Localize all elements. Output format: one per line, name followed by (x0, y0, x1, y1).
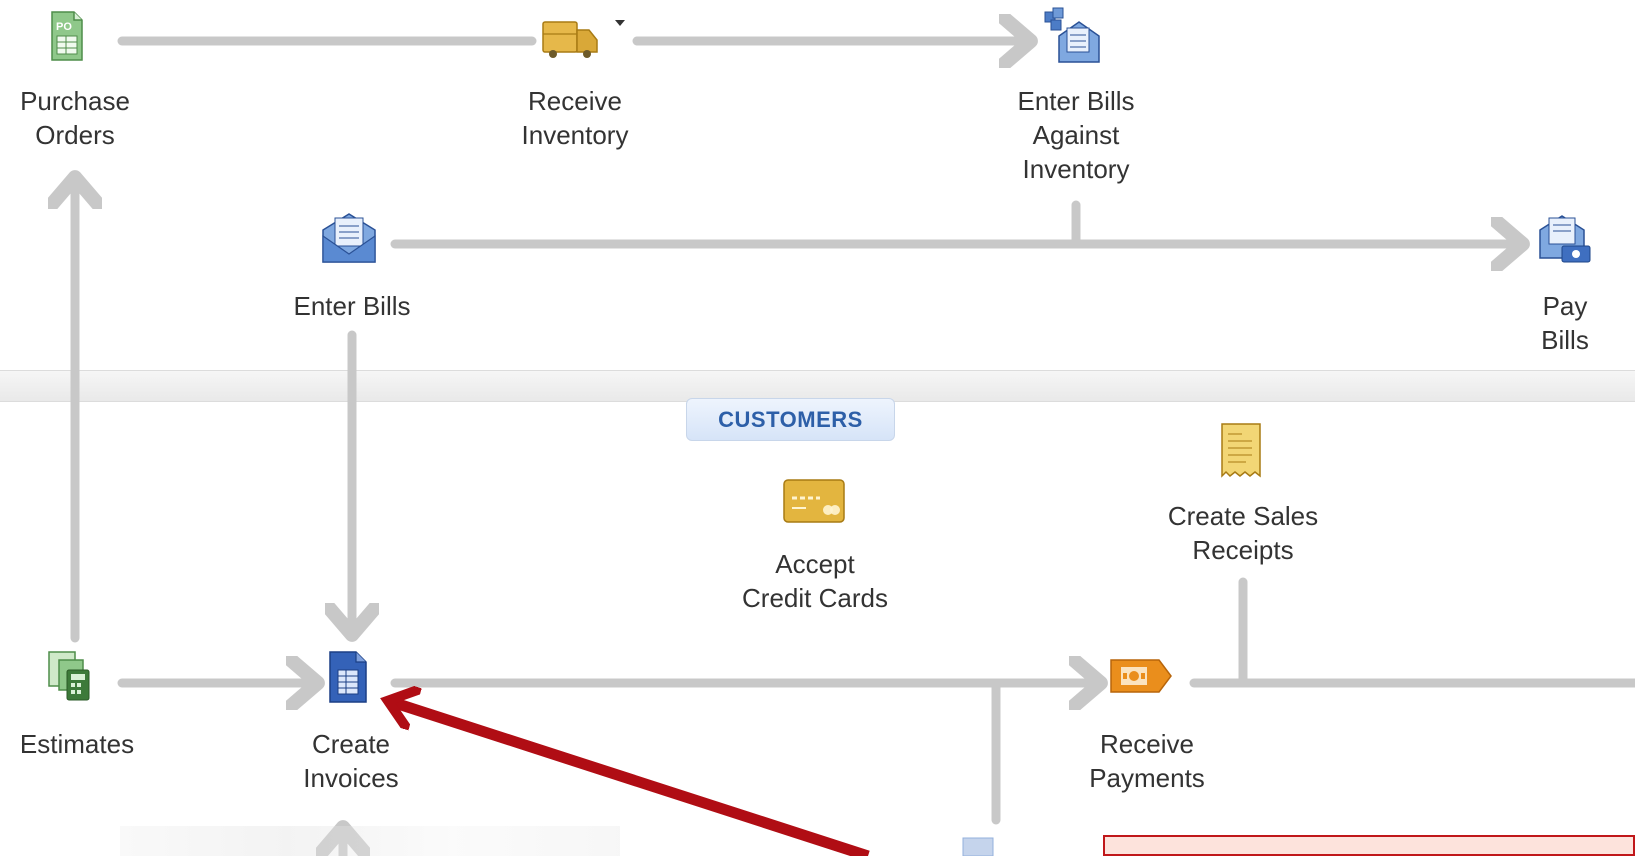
purchase-order-icon: PO (51, 11, 83, 61)
pay-bills-label[interactable]: Pay Bills (1530, 289, 1600, 357)
create-sales-receipts-label[interactable]: Create Sales Receipts (1168, 499, 1318, 567)
pay-bills-icon (1539, 215, 1591, 263)
sales-receipt-icon (1221, 423, 1261, 478)
blurred-bottom-content (120, 826, 620, 856)
svg-text:PO: PO (56, 21, 72, 33)
accept-credit-cards-label[interactable]: Accept Credit Cards (742, 547, 888, 615)
enter-bills-against-inventory-label[interactable]: Enter Bills Against Inventory (1017, 84, 1134, 186)
purchase-orders-label[interactable]: Purchase Orders (20, 84, 130, 152)
invoice-icon (329, 651, 367, 703)
estimates-icon (48, 651, 90, 701)
customers-section-title: CUSTOMERS (686, 398, 895, 441)
credit-card-icon (783, 479, 845, 523)
create-invoices-label[interactable]: Create Invoices (303, 727, 398, 795)
home-page-workflow: PO Purchase Orders Receive Inventory Ent… (0, 0, 1635, 856)
estimates-label[interactable]: Estimates (20, 727, 134, 761)
enter-bills-icon (322, 213, 376, 263)
partial-bottom-icon (962, 837, 994, 856)
receive-payments-label[interactable]: Receive Payments (1089, 727, 1205, 795)
receive-payments-icon (1110, 659, 1172, 693)
enter-bills-label[interactable]: Enter Bills (293, 289, 410, 323)
receive-inventory-label[interactable]: Receive Inventory (522, 84, 629, 152)
delivery-truck-icon (542, 20, 625, 58)
callout-box (1103, 835, 1635, 856)
bills-against-inventory-icon (1044, 7, 1100, 63)
